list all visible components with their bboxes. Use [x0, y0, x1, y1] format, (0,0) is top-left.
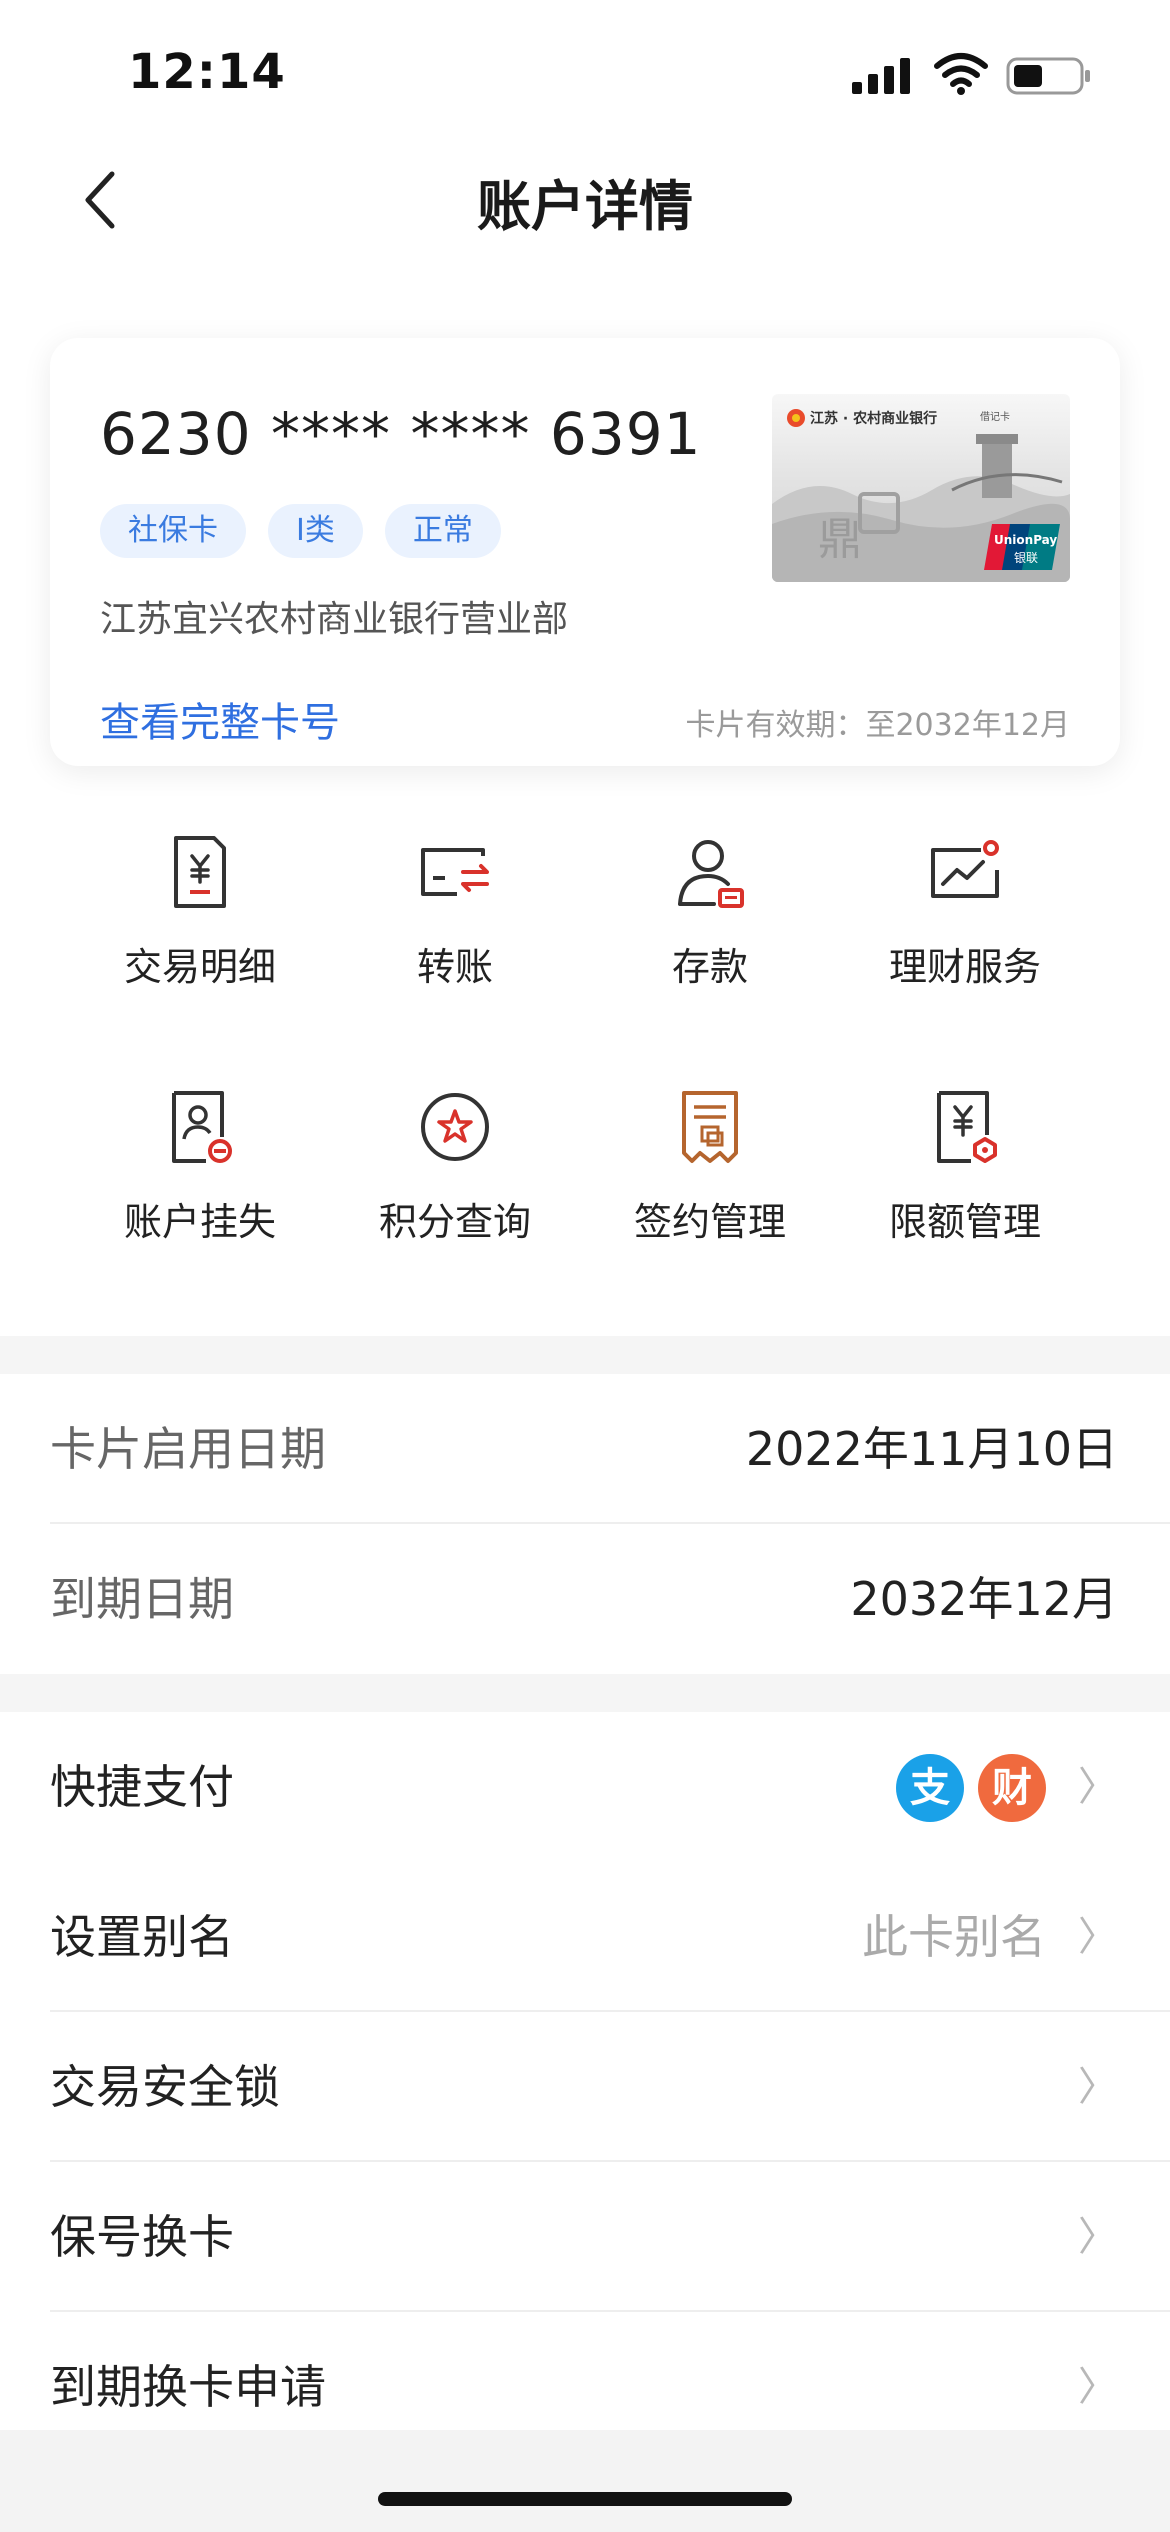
service-label: 签约管理 [633, 1200, 786, 1244]
settings-row-keep-number[interactable]: 保号换卡 〉 [0, 2162, 1170, 2312]
service-label: 账户挂失 [123, 1200, 276, 1244]
caifutong-icon: 财 [978, 1754, 1046, 1822]
chevron-right-icon: 〉 [1078, 1914, 1118, 1960]
chevron-right-icon: 〉 [1078, 2214, 1118, 2260]
settings-row-security-lock[interactable]: 交易安全锁 〉 [0, 2012, 1170, 2162]
service-label: 存款 [671, 945, 748, 989]
tag-account-class: I类 [268, 504, 363, 558]
info-row-expiry-date: 到期日期 2032年12月 [0, 1524, 1170, 1674]
page-title: 账户详情 [477, 175, 693, 238]
keep-number-label: 保号换卡 [50, 2210, 234, 2264]
service-deposit[interactable]: 存款 [590, 832, 830, 1022]
home-indicator[interactable] [378, 2492, 792, 2506]
service-transfer[interactable]: 转账 [335, 832, 575, 1022]
activation-date-value: 2022年11月10日 [745, 1422, 1118, 1476]
card-expiry-note: 卡片有效期：至2032年12月 [685, 708, 1070, 743]
tag-status: 正常 [384, 504, 501, 558]
wifi-icon [934, 53, 988, 95]
unionpay-logo-icon: UnionPay 银联 [984, 524, 1060, 570]
battery-icon [1006, 57, 1090, 95]
view-full-card-number-link[interactable]: 查看完整卡号 [100, 690, 340, 748]
service-contract-management[interactable]: 签约管理 [590, 1087, 830, 1277]
chevron-right-icon: 〉 [1078, 1764, 1118, 1810]
service-label: 限额管理 [888, 1200, 1041, 1244]
card-bank-name: 江苏 · 农村商业银行 [810, 411, 938, 427]
wealth-management-icon [931, 840, 999, 898]
service-label: 交易明细 [123, 945, 276, 989]
section-separator [0, 1674, 1170, 1712]
expiry-date-value: 2032年12月 [850, 1572, 1118, 1626]
bottom-bar [0, 2430, 1170, 2532]
transfer-icon [421, 848, 489, 896]
transaction-detail-icon [174, 836, 226, 908]
card-kind-label: 借记卡 [980, 412, 1010, 423]
section-separator [0, 1336, 1170, 1374]
settings-row-set-alias[interactable]: 设置别名 此卡别名 〉 [0, 1862, 1170, 2012]
bank-card-image: 鼎 江苏 · 农村商业银行 借记卡 UnionPay 银联 [772, 394, 1070, 582]
chevron-right-icon: 〉 [1078, 2064, 1118, 2110]
alias-placeholder: 此卡别名 [862, 1910, 1046, 1964]
svg-text:鼎: 鼎 [818, 514, 862, 565]
card-number: 6230 **** **** 6391 [100, 400, 702, 468]
status-bar: 12:14 [0, 0, 1170, 140]
service-points-query[interactable]: 积分查询 [335, 1087, 575, 1277]
svg-text:UnionPay: UnionPay [994, 533, 1057, 547]
limit-management-icon [937, 1091, 997, 1163]
service-limit-management[interactable]: 限额管理 [845, 1087, 1085, 1277]
expiry-date-label: 到期日期 [50, 1572, 234, 1626]
branch-name: 江苏宜兴农村商业银行营业部 [100, 599, 569, 640]
service-transaction-detail[interactable]: 交易明细 [80, 832, 320, 1022]
info-row-activation-date: 卡片启用日期 2022年11月10日 [0, 1374, 1170, 1524]
service-wealth-management[interactable]: 理财服务 [845, 832, 1085, 1022]
settings-row-quick-pay[interactable]: 快捷支付 支 财 〉 [0, 1712, 1170, 1862]
card-panel: 6230 **** **** 6391 社保卡 I类 正常 江苏宜兴农村商业银行… [50, 338, 1120, 766]
cellular-signal-icon [852, 58, 910, 94]
service-label: 理财服务 [888, 945, 1041, 989]
service-report-loss[interactable]: 账户挂失 [80, 1087, 320, 1277]
contract-management-icon [682, 1091, 738, 1163]
activation-date-label: 卡片启用日期 [50, 1422, 326, 1476]
tag-social-security: 社保卡 [100, 504, 246, 558]
service-label: 转账 [416, 945, 493, 989]
service-label: 积分查询 [378, 1200, 531, 1244]
deposit-icon [678, 840, 744, 908]
status-time: 12:14 [128, 44, 286, 100]
set-alias-label: 设置别名 [50, 1910, 234, 1964]
svg-text:银联: 银联 [1014, 551, 1038, 565]
card-tags: 社保卡 I类 正常 [100, 504, 501, 558]
report-loss-icon [172, 1091, 232, 1163]
security-lock-label: 交易安全锁 [50, 2060, 280, 2114]
alipay-icon: 支 [896, 1754, 964, 1822]
quick-pay-label: 快捷支付 [50, 1760, 234, 1814]
points-query-icon [421, 1093, 489, 1161]
